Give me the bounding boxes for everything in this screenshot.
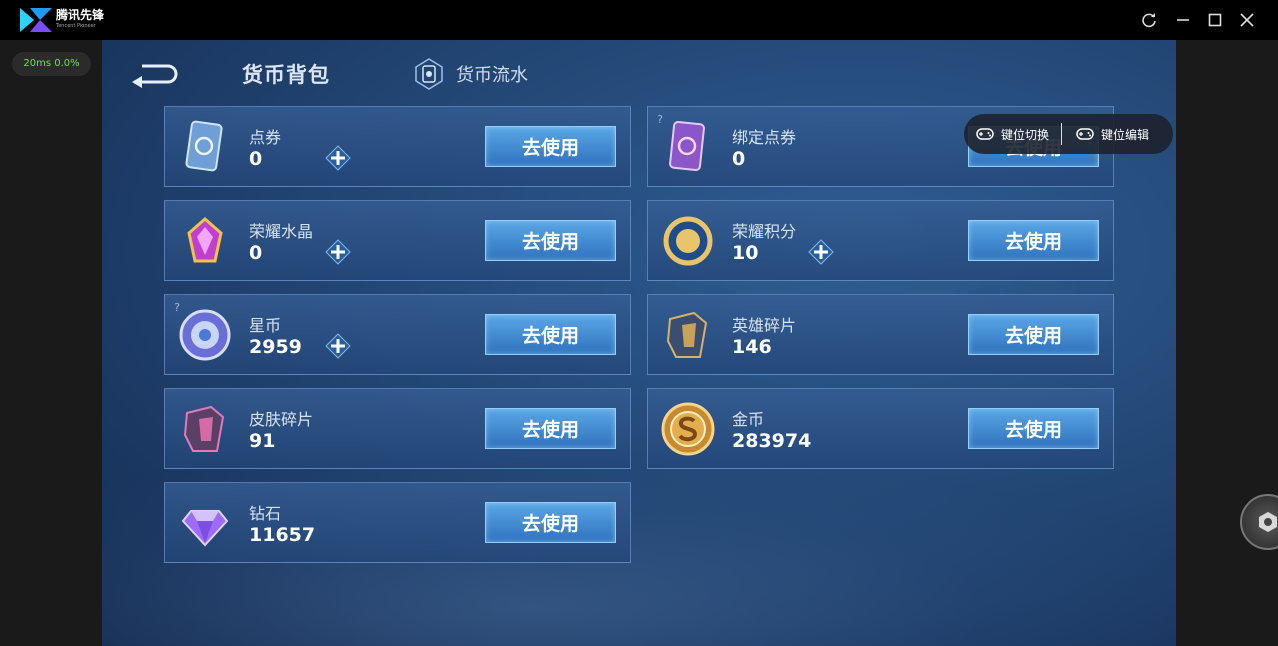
use-button[interactable]: 去使用	[968, 220, 1099, 261]
plus-icon[interactable]	[808, 239, 834, 265]
title-bar: 腾讯先锋 Tencent Pioneer	[0, 0, 1278, 40]
currency-amount: 0	[732, 148, 746, 170]
key-mapping-toolbar: 键位切换 键位编辑	[964, 114, 1173, 154]
gamepad-icon	[1076, 128, 1094, 140]
currency-name: 皮肤碎片	[249, 410, 314, 429]
tab-currency-flow-label: 货币流水	[456, 65, 528, 86]
app-name: 腾讯先锋	[56, 8, 105, 22]
star-coin-icon	[179, 309, 231, 361]
key-edit-label: 键位编辑	[1101, 127, 1150, 142]
currency-name: 英雄碎片	[732, 316, 797, 335]
use-button[interactable]: 去使用	[485, 314, 616, 355]
minimize-icon	[1177, 19, 1189, 21]
skin-fragment-icon	[183, 405, 225, 452]
close-icon	[1240, 13, 1254, 27]
currency-amount: 2959	[249, 336, 302, 358]
plus-icon[interactable]	[325, 239, 351, 265]
currency-name: 钻石	[249, 504, 282, 523]
currency-amount: 10	[732, 242, 759, 264]
plus-icon[interactable]	[325, 333, 351, 359]
currency-card-hero-fragment: 英雄碎片 146 去使用	[647, 294, 1114, 375]
hexagon-icon	[1259, 512, 1277, 532]
app-subtitle: Tencent Pioneer	[56, 23, 96, 29]
currency-card-coupon: 点券 0 去使用	[164, 106, 631, 187]
minimize-button[interactable]	[1172, 9, 1194, 31]
plus-icon[interactable]	[325, 145, 351, 171]
tencent-pioneer-logo-icon	[20, 8, 52, 32]
currency-name: 绑定点券	[732, 128, 797, 147]
currency-card-glory-crystal: 荣耀水晶 0 去使用	[164, 200, 631, 281]
currency-amount: 91	[249, 430, 276, 452]
currency-card-skin-fragment: 皮肤碎片 91 去使用	[164, 388, 631, 469]
diamond-icon	[181, 510, 229, 547]
use-button[interactable]: 去使用	[968, 408, 1099, 449]
hero-fragment-icon	[666, 311, 708, 358]
glory-points-icon	[663, 216, 713, 266]
use-button[interactable]: 去使用	[968, 314, 1099, 355]
left-side-rail	[0, 40, 102, 646]
glory-crystal-icon	[187, 217, 223, 263]
use-button[interactable]: 去使用	[485, 220, 616, 261]
latency-indicator: 20ms 0.0%	[12, 52, 91, 76]
coupon-card-icon	[185, 120, 223, 172]
currency-amount: 283974	[732, 430, 812, 452]
tab-currency-bag[interactable]: 货币背包	[242, 59, 330, 89]
use-button[interactable]: 去使用	[485, 502, 616, 543]
toolbar-divider	[1061, 123, 1063, 145]
currency-name: 荣耀水晶	[249, 222, 314, 241]
currency-amount: 146	[732, 336, 772, 358]
gold-coin-icon	[661, 402, 715, 456]
currency-name: 点券	[249, 128, 282, 147]
maximize-icon	[1208, 13, 1222, 27]
currency-amount: 11657	[249, 524, 316, 546]
currency-amount: 0	[249, 148, 263, 170]
currency-card-glory-points: 荣耀积分 10 去使用	[647, 200, 1114, 281]
use-button[interactable]: 去使用	[485, 126, 616, 167]
currency-card-star-coin: ? 星币 2959 去使用	[164, 294, 631, 375]
card-flow-icon	[415, 58, 443, 90]
key-switch-button[interactable]: 键位切换	[976, 126, 1049, 143]
bound-coupon-card-icon	[669, 120, 705, 172]
maximize-button[interactable]	[1204, 9, 1226, 31]
currency-card-diamond: 钻石 11657 去使用	[164, 482, 631, 563]
key-edit-button[interactable]: 键位编辑	[1076, 126, 1149, 143]
key-switch-label: 键位切换	[1001, 127, 1050, 142]
floating-assist-button[interactable]	[1240, 494, 1278, 550]
close-button[interactable]	[1236, 9, 1258, 31]
currency-name: 荣耀积分	[732, 222, 797, 241]
currency-name: 星币	[249, 316, 282, 335]
currency-card-gold-coin: 金币 283974 去使用	[647, 388, 1114, 469]
tab-currency-flow[interactable]: 货币流水	[414, 57, 528, 91]
refresh-button[interactable]	[1138, 9, 1160, 31]
currency-name: 金币	[732, 410, 765, 429]
back-arrow-icon[interactable]	[128, 58, 184, 88]
right-side-rail	[1176, 40, 1278, 646]
refresh-icon	[1142, 13, 1156, 28]
use-button[interactable]: 去使用	[485, 408, 616, 449]
currency-amount: 0	[249, 242, 263, 264]
gamepad-icon	[976, 128, 994, 140]
